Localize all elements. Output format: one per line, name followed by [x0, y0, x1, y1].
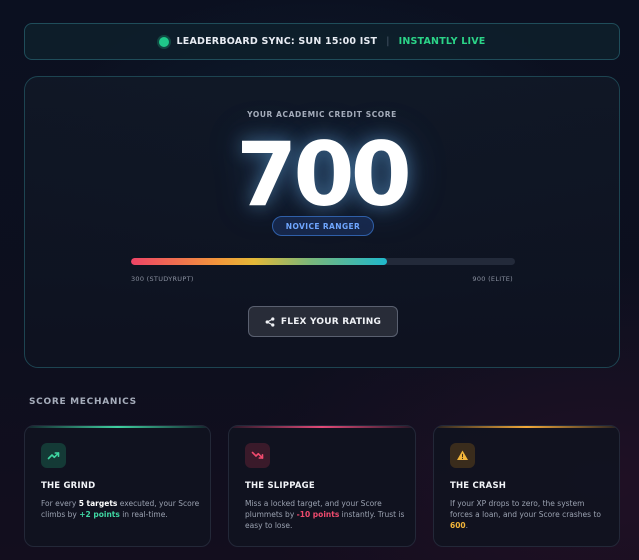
mechanic-description: For every 5 targets executed, your Score… [41, 499, 200, 519]
flex-rating-button[interactable]: FLEX YOUR RATING [248, 306, 398, 337]
sync-status: INSTANTLY LIVE [398, 36, 486, 47]
trending-up-icon [41, 443, 66, 468]
sync-separator: | [386, 36, 390, 47]
mechanic-description: Miss a locked target, and your Score plu… [245, 499, 405, 530]
mechanic-card-crash: THE CRASH If your XP drops to zero, the … [433, 425, 620, 547]
score-caption: YOUR ACADEMIC CREDIT SCORE [247, 110, 397, 119]
flex-rating-button-label: FLEX YOUR RATING [280, 316, 382, 327]
score-card: YOUR ACADEMIC CREDIT SCORE 700 NOVICE RA… [24, 76, 620, 368]
leaderboard-sync-banner: LEADERBOARD SYNC: SUN 15:00 IST | INSTAN… [24, 23, 620, 60]
mechanic-title: THE CRASH [450, 481, 507, 491]
mechanic-description: If your XP drops to zero, the system for… [450, 499, 601, 530]
rank-badge: NOVICE RANGER [272, 216, 374, 236]
trending-down-icon [245, 443, 270, 468]
range-min-label: 300 (STUDYRUPT) [131, 275, 194, 283]
live-status-dot-icon [158, 36, 169, 47]
mechanic-card-slippage: THE SLIPPAGE Miss a locked target, and y… [228, 425, 416, 547]
score-progress-bar [131, 258, 515, 265]
share-icon [265, 316, 275, 327]
mechanic-card-grind: THE GRIND For every 5 targets executed, … [24, 425, 211, 547]
range-max-label: 900 (ELITE) [472, 275, 513, 283]
sync-label: LEADERBOARD SYNC: SUN 15:00 IST [176, 36, 378, 47]
score-value: 700 [236, 123, 412, 226]
score-mechanics-heading: SCORE MECHANICS [29, 397, 137, 407]
mechanic-title: THE GRIND [41, 481, 96, 491]
warning-icon [450, 443, 475, 468]
score-progress-fill [131, 258, 388, 265]
mechanic-title: THE SLIPPAGE [245, 481, 315, 491]
